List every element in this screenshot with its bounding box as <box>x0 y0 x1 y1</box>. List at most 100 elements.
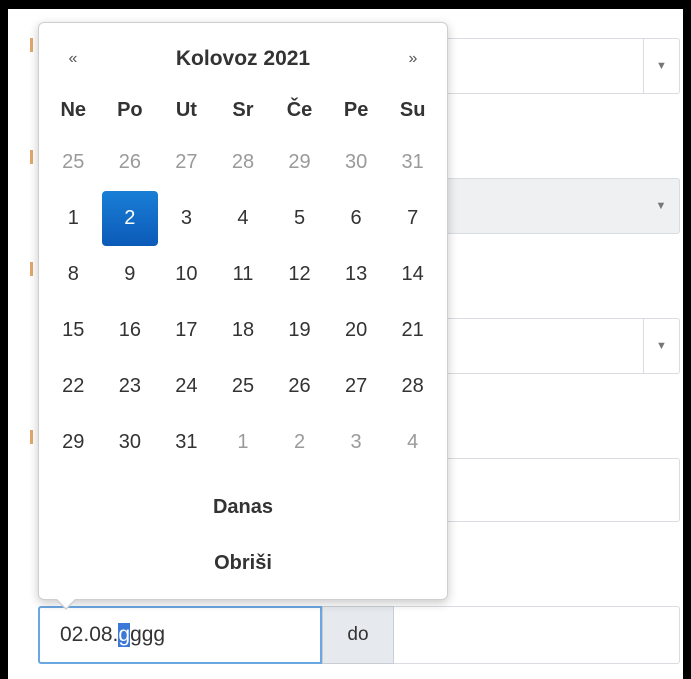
select-field-2-disabled: ▼ <box>420 178 680 234</box>
day-number: 10 <box>175 262 198 285</box>
day-cell[interactable]: 25 <box>215 358 272 414</box>
today-button[interactable]: Danas <box>45 479 441 535</box>
clear-button[interactable]: Obriši <box>45 535 441 591</box>
chevron-down-icon[interactable]: ▼ <box>643 39 679 93</box>
day-number: 21 <box>401 318 424 341</box>
text-field[interactable] <box>420 458 680 522</box>
day-cell[interactable]: 31 <box>384 134 441 190</box>
day-number: 4 <box>407 430 419 453</box>
day-number: 11 <box>232 262 254 285</box>
chevron-down-icon[interactable]: ▼ <box>643 319 679 373</box>
day-cell[interactable]: 5 <box>271 190 328 246</box>
day-number: 1 <box>67 206 79 229</box>
day-number: 30 <box>118 430 141 453</box>
weekday-header: Pe <box>343 98 369 121</box>
day-number: 4 <box>237 206 249 229</box>
day-cell[interactable]: 14 <box>384 246 441 302</box>
date-from-value-prefix: 02.08. <box>60 623 119 646</box>
day-number: 26 <box>288 374 311 397</box>
day-cell[interactable]: 11 <box>215 246 272 302</box>
day-number: 16 <box>118 318 141 341</box>
day-number: 22 <box>62 374 85 397</box>
month-year-switch[interactable]: Kolovoz 2021 <box>101 47 385 71</box>
day-number: 3 <box>350 430 362 453</box>
day-cell[interactable]: 16 <box>102 302 159 358</box>
field-marker <box>30 262 33 276</box>
day-number: 12 <box>288 262 311 285</box>
day-cell[interactable]: 18 <box>215 302 272 358</box>
day-number: 19 <box>288 318 311 341</box>
day-number: 14 <box>401 262 424 285</box>
day-number: 25 <box>62 150 85 173</box>
day-number: 5 <box>293 206 306 229</box>
day-cell[interactable]: 15 <box>45 302 102 358</box>
day-cell[interactable]: 1 <box>215 414 272 470</box>
day-cell[interactable]: 4 <box>384 414 441 470</box>
day-number: 29 <box>62 430 85 453</box>
date-range-separator: do <box>322 606 394 664</box>
day-cell[interactable]: 13 <box>328 246 385 302</box>
weekday-header: Če <box>286 98 313 121</box>
prev-month-button[interactable]: « <box>45 50 101 68</box>
day-cell[interactable]: 3 <box>328 414 385 470</box>
day-cell[interactable]: 4 <box>215 190 272 246</box>
weekday-header: Su <box>399 98 426 121</box>
day-cell[interactable]: 21 <box>384 302 441 358</box>
day-cell[interactable]: 19 <box>271 302 328 358</box>
day-cell[interactable]: 29 <box>271 134 328 190</box>
day-cell[interactable]: 2 <box>271 414 328 470</box>
day-number: 25 <box>231 374 255 397</box>
day-number: 20 <box>344 318 368 341</box>
day-cell[interactable]: 26 <box>102 134 159 190</box>
day-cell[interactable]: 26 <box>271 358 328 414</box>
day-number: 28 <box>231 150 255 173</box>
day-cell[interactable]: 3 <box>158 190 215 246</box>
select-field-1[interactable]: ▼ <box>420 38 680 94</box>
day-cell[interactable]: 20 <box>328 302 385 358</box>
day-cell[interactable]: 8 <box>45 246 102 302</box>
date-from-input[interactable]: 02.08. g ggg <box>38 606 322 664</box>
day-cell[interactable]: 31 <box>158 414 215 470</box>
select-field-3[interactable]: ▼ <box>420 318 680 374</box>
weekday-header: Ne <box>60 98 87 121</box>
day-cell[interactable]: 27 <box>158 134 215 190</box>
day-cell[interactable]: 23 <box>102 358 159 414</box>
day-number: 9 <box>124 262 136 285</box>
calendar-grid: Ne Po Ut Sr Če Pe Su 25 26 27 28 29 30 31 1 2 3 4 5… <box>45 86 441 470</box>
day-cell[interactable]: 30 <box>102 414 159 470</box>
day-number: 15 <box>62 318 85 341</box>
day-cell[interactable]: 30 <box>328 134 385 190</box>
day-cell[interactable]: 24 <box>158 358 215 414</box>
date-to-input[interactable] <box>394 606 680 664</box>
day-number: 8 <box>67 262 79 285</box>
day-cell[interactable]: 12 <box>271 246 328 302</box>
date-from-value-suffix: ggg <box>130 623 166 646</box>
day-number: 23 <box>118 374 141 397</box>
day-cell[interactable]: 6 <box>328 190 385 246</box>
day-number: 31 <box>175 430 198 453</box>
day-number: 28 <box>401 374 424 397</box>
day-number: 6 <box>350 206 362 229</box>
day-number: 2 <box>293 430 306 453</box>
next-month-button[interactable]: » <box>385 50 441 68</box>
day-cell[interactable]: 9 <box>102 246 159 302</box>
day-cell[interactable]: 28 <box>215 134 272 190</box>
field-marker <box>30 150 33 164</box>
day-number: 17 <box>175 318 198 341</box>
day-number: 27 <box>344 374 368 397</box>
day-cell[interactable]: 25 <box>45 134 102 190</box>
day-cell-selected[interactable]: 2 <box>101 190 159 246</box>
day-number: 27 <box>175 150 198 173</box>
day-number: 1 <box>237 430 249 453</box>
day-cell[interactable]: 1 <box>45 190 102 246</box>
day-cell[interactable]: 7 <box>384 190 441 246</box>
datepicker-popup: « Kolovoz 2021 » Ne Po Ut Sr Če Pe Su 25… <box>38 22 448 610</box>
day-cell[interactable]: 10 <box>158 246 215 302</box>
day-cell[interactable]: 22 <box>45 358 102 414</box>
day-cell[interactable]: 28 <box>384 358 441 414</box>
weekday-header: Ut <box>175 98 197 121</box>
chevron-down-icon: ▼ <box>655 200 667 212</box>
day-cell[interactable]: 27 <box>328 358 385 414</box>
day-cell[interactable]: 17 <box>158 302 215 358</box>
day-cell[interactable]: 29 <box>45 414 102 470</box>
